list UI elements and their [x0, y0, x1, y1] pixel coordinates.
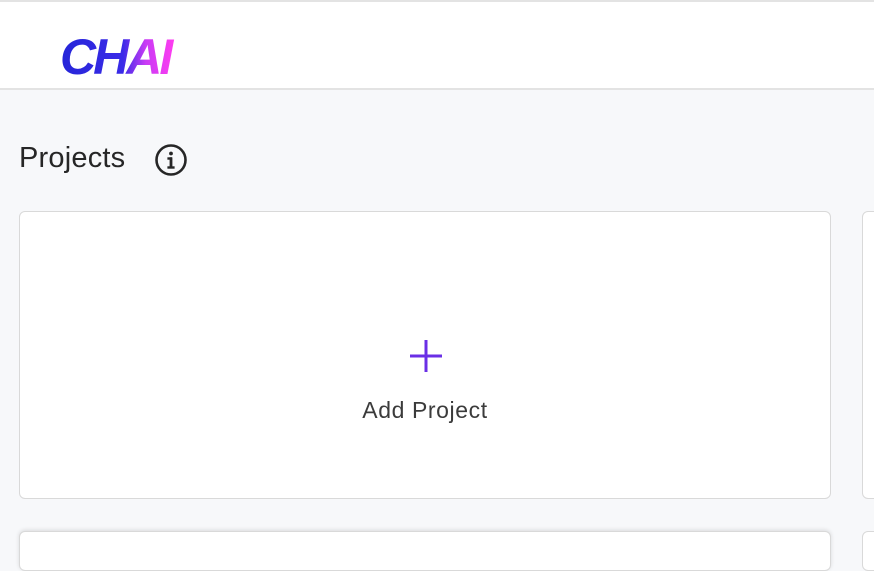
top-bar: CHAI: [0, 0, 874, 90]
add-project-label: Add Project: [362, 397, 488, 423]
plus-icon: [410, 340, 442, 372]
project-card[interactable]: [19, 531, 831, 571]
logo-text: CHAI: [60, 29, 174, 82]
project-card[interactable]: [862, 211, 874, 499]
page-title: Projects: [19, 142, 126, 174]
project-card[interactable]: [862, 531, 874, 571]
chai-logo[interactable]: CHAI: [58, 22, 188, 82]
add-project-card[interactable]: Add Project: [19, 211, 831, 499]
info-circle-icon[interactable]: [154, 143, 188, 177]
